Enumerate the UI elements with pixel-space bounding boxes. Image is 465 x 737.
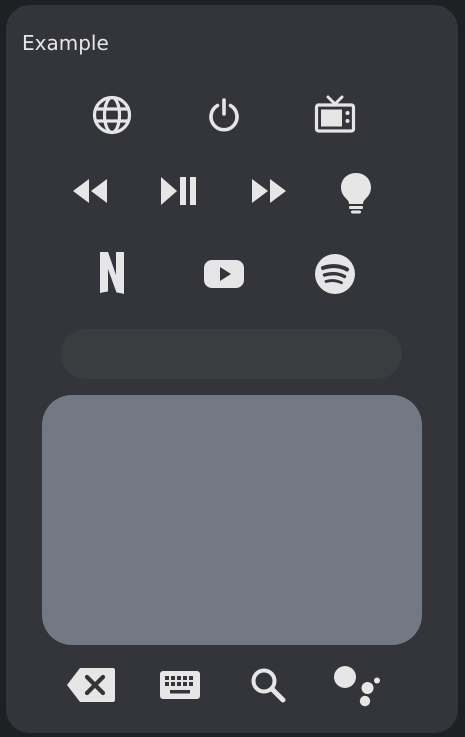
rewind-button[interactable] (70, 176, 110, 206)
globe-button[interactable] (90, 93, 134, 137)
google-assistant-icon (332, 663, 382, 707)
volume-bar[interactable] (61, 329, 402, 379)
google-assistant-button[interactable] (330, 661, 384, 709)
keyboard-icon (159, 670, 201, 700)
touchpad[interactable] (42, 395, 422, 645)
search-button[interactable] (246, 664, 290, 706)
netflix-icon (99, 251, 125, 295)
backspace-button[interactable] (64, 665, 118, 705)
youtube-button[interactable] (200, 257, 248, 291)
rewind-icon (72, 178, 108, 204)
globe-icon (91, 94, 133, 136)
power-icon (206, 97, 242, 133)
spotify-button[interactable] (312, 252, 358, 296)
remote-card: Example (6, 5, 458, 733)
keyboard-button[interactable] (156, 666, 204, 704)
backspace-icon (66, 667, 116, 703)
netflix-button[interactable] (94, 250, 130, 296)
lightbulb-button[interactable] (336, 171, 376, 215)
search-icon (249, 666, 287, 704)
spotify-icon (314, 253, 356, 295)
fast-forward-button[interactable] (249, 176, 289, 206)
tv-icon (314, 95, 356, 135)
card-title: Example (22, 31, 109, 55)
tv-button[interactable] (312, 93, 358, 137)
play-pause-icon (160, 175, 198, 207)
play-pause-button[interactable] (158, 174, 200, 208)
lightbulb-icon (340, 172, 372, 214)
youtube-icon (203, 259, 245, 289)
power-button[interactable] (202, 93, 246, 137)
fast-forward-icon (251, 178, 287, 204)
